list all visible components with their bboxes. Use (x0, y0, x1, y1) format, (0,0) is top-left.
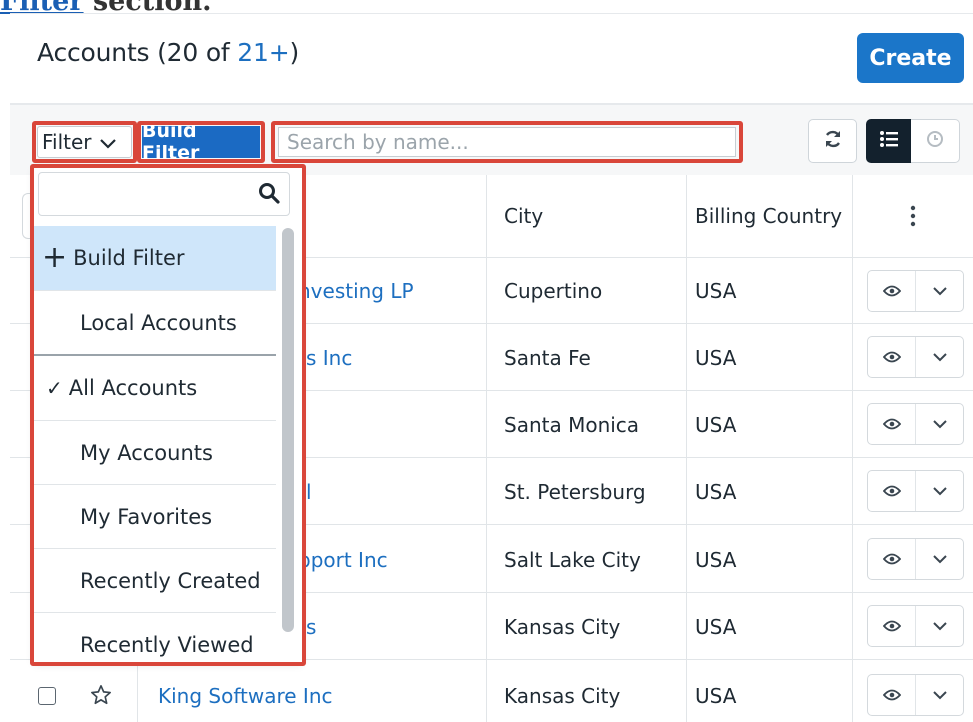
filter-menu-item-all-accounts[interactable]: ✓ All Accounts (34, 356, 276, 420)
record-count-link[interactable]: 21+ (237, 38, 289, 67)
row-actions (867, 403, 964, 445)
filter-menu-item-label: Local Accounts (80, 311, 237, 335)
row-checkbox[interactable] (38, 687, 56, 705)
filter-menu-item-label: Build Filter (73, 246, 185, 270)
row-actions-chevron-icon[interactable] (915, 675, 963, 715)
city-cell: Kansas City (504, 684, 621, 708)
filter-menu-item-local-accounts[interactable]: Local Accounts (34, 291, 276, 355)
create-button[interactable]: Create (857, 33, 964, 83)
preview-eye-icon[interactable] (868, 471, 915, 511)
row-actions-chevron-icon[interactable] (915, 337, 963, 377)
title-prefix: Accounts (20 of (37, 38, 238, 67)
account-name-link[interactable]: s (306, 615, 316, 639)
row-actions (867, 605, 964, 647)
country-cell: USA (695, 480, 737, 504)
plus-icon: + (42, 240, 68, 275)
preview-eye-icon[interactable] (868, 606, 915, 646)
list-view-button[interactable] (866, 119, 911, 163)
preview-eye-icon[interactable] (868, 675, 915, 715)
star-icon[interactable] (90, 684, 112, 710)
doc-filter-link[interactable]: Filter (0, 0, 84, 17)
search-highlight-box (271, 121, 743, 163)
account-name-link[interactable]: s Inc (306, 346, 352, 370)
refresh-button[interactable] (808, 119, 857, 163)
filter-menu-item-label: My Favorites (80, 505, 213, 529)
activity-view-button[interactable] (911, 119, 960, 163)
filter-menu-item-recently-viewed[interactable]: Recently Viewed (34, 613, 276, 662)
row-actions-chevron-icon[interactable] (915, 404, 963, 444)
filter-menu-item-label: My Accounts (80, 441, 213, 465)
city-cell: Kansas City (504, 615, 621, 639)
country-cell: USA (695, 346, 737, 370)
country-cell: USA (695, 684, 737, 708)
row-actions (867, 336, 964, 378)
row-actions-chevron-icon[interactable] (915, 606, 963, 646)
filter-menu-item-my-favorites[interactable]: My Favorites (34, 485, 276, 549)
city-cell: Cupertino (504, 279, 603, 303)
column-divider (137, 660, 138, 722)
city-cell: Salt Lake City (504, 548, 641, 572)
title-suffix: ) (289, 38, 300, 67)
preview-eye-icon[interactable] (868, 271, 915, 311)
preview-eye-icon[interactable] (868, 539, 915, 579)
filter-menu: + Build Filter Local Accounts ✓ All Acco… (34, 168, 302, 662)
city-cell: Santa Monica (504, 413, 640, 437)
filter-menu-item-label: Recently Viewed (80, 633, 254, 657)
country-cell: USA (695, 548, 737, 572)
row-actions (867, 674, 964, 716)
list-view-icon (879, 130, 899, 152)
filter-menu-item-recently-created[interactable]: Recently Created (34, 549, 276, 613)
account-name-link[interactable]: pport Inc (298, 548, 388, 572)
row-actions-chevron-icon[interactable] (915, 271, 963, 311)
column-options-icon[interactable] (910, 205, 916, 231)
doc-fragment-text: section. (83, 0, 212, 17)
clock-icon (926, 130, 944, 152)
filter-menu-item-build-filter[interactable]: + Build Filter (34, 226, 276, 290)
checkmark-icon: ✓ (46, 376, 63, 400)
column-header-billing-country[interactable]: Billing Country (695, 175, 842, 257)
account-name-link[interactable]: l (306, 480, 312, 504)
row-actions (867, 538, 964, 580)
filter-menu-item-label: All Accounts (68, 376, 198, 400)
filter-menu-search-input[interactable] (38, 172, 290, 216)
account-name-link[interactable]: King Software Inc (158, 684, 333, 708)
country-cell: USA (695, 279, 737, 303)
page-title: Accounts (20 of 21+) (37, 38, 299, 67)
table-row[interactable]: King Software Inc Kansas City USA (10, 660, 973, 722)
country-cell: USA (695, 413, 737, 437)
row-actions-chevron-icon[interactable] (915, 539, 963, 579)
doc-fragment: Filter section. (0, 0, 212, 17)
filter-tag-highlight-box (137, 121, 265, 163)
column-header-city[interactable]: City (504, 175, 543, 257)
menu-scrollbar[interactable] (282, 228, 294, 632)
refresh-icon (823, 129, 843, 153)
search-icon (258, 182, 280, 208)
country-cell: USA (695, 615, 737, 639)
top-divider (10, 13, 973, 14)
city-cell: Santa Fe (504, 346, 591, 370)
preview-eye-icon[interactable] (868, 337, 915, 377)
filter-menu-item-label: Recently Created (80, 569, 261, 593)
filter-menu-item-my-accounts[interactable]: My Accounts (34, 421, 276, 485)
filter-highlight-box (32, 121, 137, 163)
city-cell: St. Petersburg (504, 480, 646, 504)
account-name-link[interactable]: nvesting LP (298, 279, 414, 303)
row-actions (867, 270, 964, 312)
row-actions-chevron-icon[interactable] (915, 471, 963, 511)
row-actions (867, 470, 964, 512)
preview-eye-icon[interactable] (868, 404, 915, 444)
